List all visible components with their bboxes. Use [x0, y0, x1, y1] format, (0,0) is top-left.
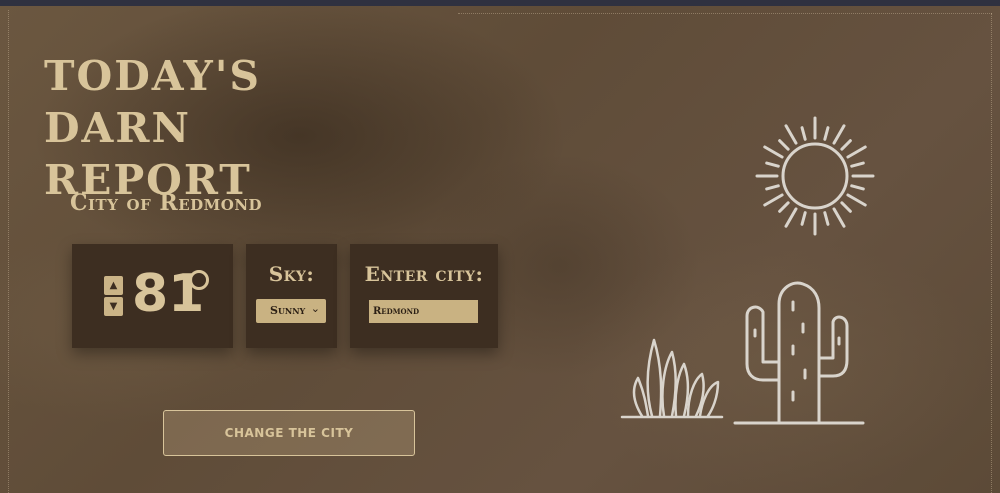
sky-label: Sky: — [268, 262, 315, 286]
sky-select-value: Sunny — [270, 304, 306, 317]
sun-ray — [832, 124, 846, 145]
sun-ray — [840, 201, 852, 213]
sun-ray — [763, 145, 784, 159]
change-city-button[interactable]: Change the city — [163, 410, 415, 456]
sun-ray — [800, 211, 807, 226]
city-input[interactable] — [369, 300, 478, 323]
city-card: Enter city: — [350, 244, 498, 348]
grass-icon — [620, 338, 724, 419]
sun-ray — [765, 161, 780, 168]
sun-ray — [784, 124, 798, 145]
sun-ray — [778, 139, 790, 151]
sun-ray — [765, 184, 780, 191]
sun-ray — [778, 201, 790, 213]
sun-ray — [850, 184, 865, 191]
frame-border-right — [991, 13, 992, 493]
sun-ray — [846, 145, 867, 159]
sky-card: Sky: Sunny ⌄ — [246, 244, 337, 348]
frame-border-left — [8, 10, 9, 493]
sun-ray — [823, 211, 830, 226]
sun-ray — [832, 207, 846, 228]
temperature-stepper[interactable]: ▲ ▼ — [104, 274, 124, 318]
frame-border-top — [458, 13, 992, 14]
sun-ray — [846, 193, 867, 207]
cactus-icon — [733, 281, 865, 425]
sun-ray — [800, 126, 807, 141]
degree-symbol — [189, 270, 209, 290]
city-input-label: Enter city: — [364, 262, 484, 286]
up-arrow-icon[interactable]: ▲ — [104, 276, 123, 295]
temperature-card: ▲ ▼ 81 — [72, 244, 233, 348]
sun-ray — [763, 193, 784, 207]
sun-ray — [850, 161, 865, 168]
page-title: Today's darn report — [44, 52, 261, 204]
down-arrow-icon[interactable]: ▼ — [104, 297, 123, 316]
sky-select[interactable]: Sunny ⌄ — [256, 299, 326, 323]
city-heading: City of Redmond — [70, 190, 263, 216]
chevron-down-icon: ⌄ — [310, 302, 320, 315]
sun-icon — [755, 116, 875, 236]
sun-ray — [840, 139, 852, 151]
sun-ray — [823, 126, 830, 141]
sun-ray — [784, 207, 798, 228]
